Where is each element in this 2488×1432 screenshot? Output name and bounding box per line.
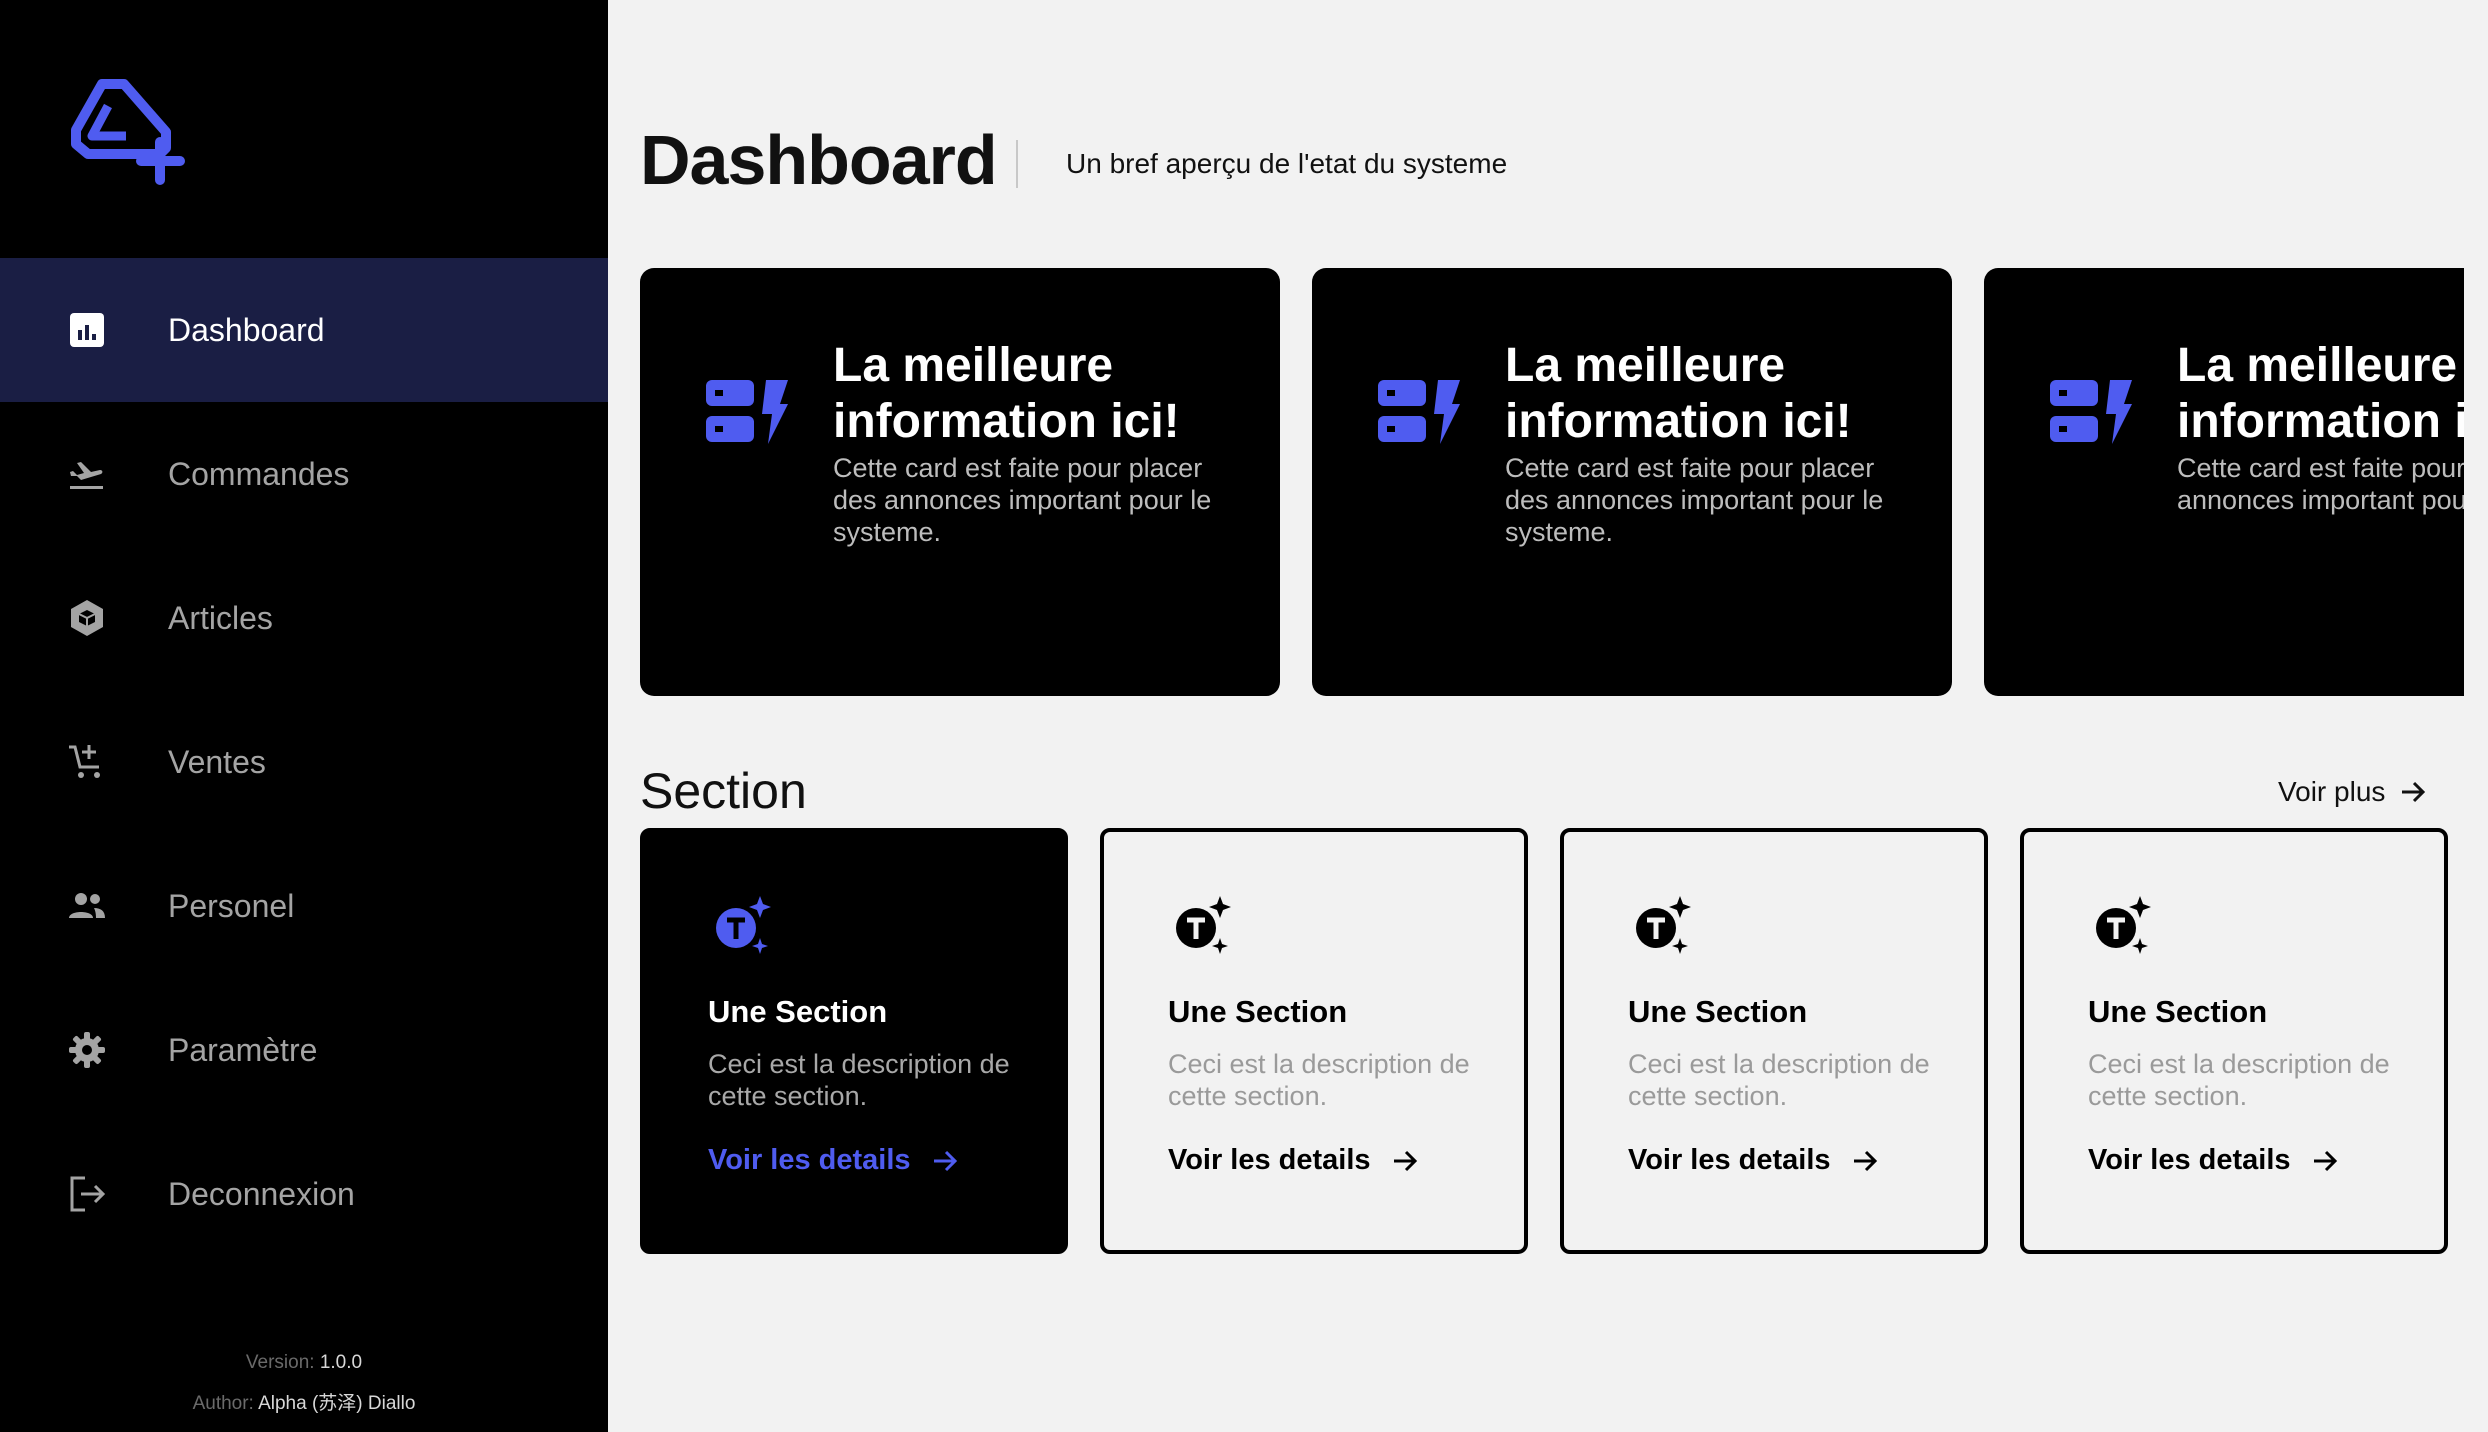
- version-label: Version:: [245, 1352, 315, 1373]
- section-card-title: Une Section: [708, 994, 888, 1029]
- sidebar-item-parametre[interactable]: Paramètre: [0, 978, 608, 1122]
- page-title: Dashboard: [640, 121, 998, 199]
- sidebar: Dashboard Commandes Articles Ventes Pers…: [0, 0, 608, 1432]
- sidebar-item-label: Paramètre: [168, 1031, 318, 1068]
- version-value: 1.0.0: [319, 1352, 363, 1373]
- view-details-label: Voir les details: [708, 1144, 911, 1176]
- sidebar-item-label: Articles: [168, 599, 273, 636]
- sidebar-item-personel[interactable]: Personel: [0, 834, 608, 978]
- section-card[interactable]: Une Section Ceci est la description de c…: [1100, 828, 1528, 1254]
- view-details-link[interactable]: Voir les details: [1168, 1144, 1419, 1177]
- section-card-description: Ceci est la description de cette section…: [1168, 1049, 1470, 1111]
- arrow-right-icon: [1393, 1150, 1417, 1171]
- version-info: Version: 1.0.0: [0, 1352, 608, 1374]
- sidebar-item-dashboard[interactable]: Dashboard: [0, 258, 608, 402]
- title-divider: [1016, 140, 1018, 188]
- a-plus-logo-icon[interactable]: [68, 76, 192, 186]
- see-more-link[interactable]: Voir plus: [2278, 776, 2427, 808]
- sidebar-item-articles[interactable]: Articles: [0, 546, 608, 690]
- arrow-right-icon: [1853, 1150, 1877, 1171]
- section-card-title: Une Section: [2088, 994, 2268, 1029]
- page-subtitle: Un bref aperçu de l'etat du systeme: [1066, 148, 1508, 179]
- view-details-link[interactable]: Voir les details: [2088, 1144, 2339, 1177]
- promo-title-line: La meilleure: [833, 339, 1114, 392]
- author-value: Alpha (苏泽) Diallo: [258, 1393, 416, 1414]
- promo-card[interactable]: La meilleure information ici! Cette card…: [1984, 268, 2464, 696]
- sidebar-item-commandes[interactable]: Commandes: [0, 402, 608, 546]
- view-details-label: Voir les details: [1168, 1144, 1371, 1176]
- main-content: Dashboard Un bref aperçu de l'etat du sy…: [608, 0, 2488, 1432]
- server-bolt-icon: [1378, 380, 1460, 444]
- author-label: Author:: [192, 1393, 254, 1414]
- promo-title-line: information ici!: [2177, 395, 2464, 448]
- view-details-link[interactable]: Voir les details: [708, 1144, 959, 1177]
- plane-takeoff-icon: [67, 454, 107, 494]
- cube-icon: [67, 598, 107, 638]
- promo-card[interactable]: La meilleure information ici! Cette card…: [1312, 268, 1952, 696]
- cart-add-icon: [67, 742, 107, 782]
- promo-description: Cette card est faite pour placer des ann…: [1505, 453, 1884, 547]
- token-sparkle-icon: [2096, 896, 2151, 954]
- sidebar-item-label: Commandes: [168, 455, 350, 492]
- section-card-description: Ceci est la description de cette section…: [708, 1049, 1010, 1111]
- promo-title: La meilleure information ici!: [2177, 338, 2464, 450]
- promo-title-line: information ici!: [833, 395, 1180, 448]
- gear-icon: [67, 1030, 107, 1070]
- sidebar-item-deconnexion[interactable]: Deconnexion: [0, 1122, 608, 1266]
- promo-description: Cette card est faite pour placer des ann…: [2177, 453, 2464, 515]
- promo-description: Cette card est faite pour placer des ann…: [833, 453, 1212, 547]
- token-sparkle-icon: [716, 896, 771, 954]
- sidebar-item-label: Personel: [168, 887, 295, 924]
- sidebar-item-label: Dashboard: [168, 311, 325, 348]
- sidebar-item-label: Deconnexion: [168, 1175, 355, 1212]
- promo-card[interactable]: La meilleure information ici! Cette card…: [640, 268, 1280, 696]
- section-card-description: Ceci est la description de cette section…: [2088, 1049, 2390, 1111]
- promo-title-line: La meilleure: [2177, 339, 2458, 392]
- server-bolt-icon: [2050, 380, 2132, 444]
- section-card[interactable]: Une Section Ceci est la description de c…: [640, 828, 1068, 1254]
- arrow-right-icon: [2313, 1150, 2337, 1171]
- promo-title-line: information ici!: [1505, 395, 1852, 448]
- promo-title: La meilleure information ici!: [1505, 338, 1945, 450]
- section-title: Section: [640, 763, 807, 819]
- promo-title: La meilleure information ici!: [833, 338, 1273, 450]
- arrow-right-icon: [933, 1150, 957, 1171]
- sidebar-item-label: Ventes: [168, 743, 266, 780]
- view-details-label: Voir les details: [2088, 1144, 2291, 1176]
- people-icon: [67, 886, 107, 926]
- token-sparkle-icon: [1636, 896, 1691, 954]
- view-details-link[interactable]: Voir les details: [1628, 1144, 1879, 1177]
- server-bolt-icon: [706, 380, 788, 444]
- section-card[interactable]: Une Section Ceci est la description de c…: [1560, 828, 1988, 1254]
- token-sparkle-icon: [1176, 896, 1231, 954]
- view-details-label: Voir les details: [1628, 1144, 1831, 1176]
- section-card[interactable]: Une Section Ceci est la description de c…: [2020, 828, 2448, 1254]
- section-card-title: Une Section: [1628, 994, 1808, 1029]
- bar-chart-icon: [67, 310, 107, 350]
- section-card-title: Une Section: [1168, 994, 1348, 1029]
- section-card-description: Ceci est la description de cette section…: [1628, 1049, 1930, 1111]
- see-more-label: Voir plus: [2278, 776, 2386, 807]
- logout-icon: [67, 1174, 107, 1214]
- sidebar-item-ventes[interactable]: Ventes: [0, 690, 608, 834]
- promo-title-line: La meilleure: [1505, 339, 1786, 392]
- arrow-right-icon: [2402, 781, 2426, 803]
- author-info: Author: Alpha (苏泽) Diallo: [0, 1388, 608, 1415]
